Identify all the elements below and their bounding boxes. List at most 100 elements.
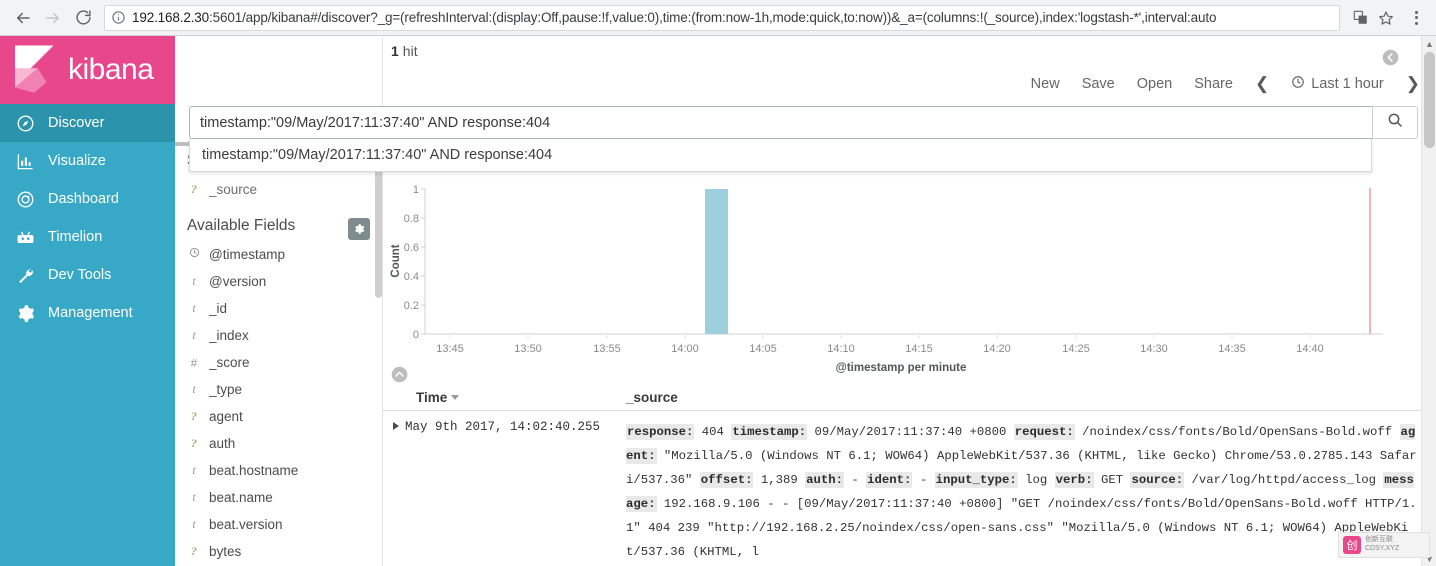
translate-icon[interactable] — [1348, 6, 1372, 30]
field-settings-gear-icon[interactable] — [348, 218, 370, 240]
url-text: 192.168.2.30:5601/app/kibana#/discover?_… — [132, 10, 1216, 25]
field-row[interactable]: t beat.hostname — [187, 457, 382, 484]
sidebar-item-dev-tools[interactable]: Dev Tools — [0, 256, 175, 294]
kibana-logo[interactable]: kibana — [0, 36, 175, 104]
field-name: beat.hostname — [209, 463, 299, 478]
field-row[interactable]: t beat.name — [187, 484, 382, 511]
source-field-value: 1,389 — [753, 473, 806, 487]
suggestion-item[interactable]: timestamp:"09/May/2017:11:37:40" AND res… — [190, 139, 1371, 171]
collapse-chart-icon[interactable] — [391, 366, 408, 383]
column-header-source[interactable]: _source — [626, 390, 1436, 405]
sidebar-item-discover[interactable]: Discover — [0, 104, 175, 142]
hit-label: hit — [402, 43, 418, 59]
reload-icon[interactable] — [68, 3, 98, 33]
search-input[interactable] — [189, 106, 1372, 139]
field-row[interactable]: t @version — [187, 268, 382, 295]
kibana-mark-icon — [15, 45, 54, 93]
sidebar-item-management[interactable]: Management — [0, 294, 175, 332]
bar-chart-icon — [14, 150, 36, 172]
source-field-key: offset: — [699, 472, 754, 488]
source-field-key: source: — [1130, 472, 1185, 488]
field-name: @timestamp — [209, 247, 285, 262]
field-type-icon: ? — [191, 409, 197, 423]
source-field-key: verb: — [1054, 472, 1094, 488]
address-bar[interactable]: 192.168.2.30:5601/app/kibana#/discover?_… — [104, 4, 1340, 31]
scroll-up-arrow-icon[interactable]: ▲ — [1422, 36, 1436, 51]
field-name: @version — [209, 274, 267, 289]
url-path: :5601/app/kibana#/discover?_g=(refreshIn… — [209, 10, 1217, 25]
field-row[interactable]: ? agent — [187, 403, 382, 430]
three-dots-menu-icon[interactable] — [1404, 3, 1428, 33]
query-suggestions: timestamp:"09/May/2017:11:37:40" AND res… — [189, 139, 1372, 172]
source-field-key: auth: — [805, 472, 845, 488]
time-range-picker[interactable]: Last 1 hour — [1291, 75, 1384, 93]
available-field-list: @timestamp t @version t _id t _index # _… — [187, 241, 382, 565]
field-row[interactable]: ? bytes — [187, 538, 382, 565]
histogram-bar[interactable] — [705, 189, 728, 334]
y-tick-08: 0.8 — [404, 213, 419, 225]
compass-icon — [14, 112, 36, 134]
open-button[interactable]: Open — [1137, 76, 1172, 92]
watermark-line1: 创新互联 — [1365, 536, 1393, 544]
scrollbar-thumb[interactable] — [1424, 52, 1435, 148]
url-host: 192.168.2.30 — [132, 10, 210, 25]
chevron-left-icon[interactable]: ❮ — [1255, 74, 1269, 94]
field-type-icon: t — [192, 301, 196, 315]
field-list-scrollbar[interactable] — [375, 142, 382, 566]
histogram-svg: 1 0.8 0.6 0.4 0.2 0 Count 13:45 13:50 13… — [390, 184, 1383, 374]
share-button[interactable]: Share — [1194, 76, 1233, 92]
y-tick-02: 0.2 — [404, 300, 419, 312]
collapse-panel-icon[interactable] — [1382, 49, 1399, 66]
discover-top-actions: New Save Open Share ❮ Last 1 hour ❯ — [1031, 74, 1420, 94]
star-icon[interactable] — [1374, 6, 1398, 30]
source-field-value: GET — [1093, 473, 1131, 487]
field-row[interactable]: t _type — [187, 376, 382, 403]
sort-desc-icon[interactable] — [451, 394, 460, 400]
page-scrollbar[interactable]: ▲ ▼ — [1421, 36, 1436, 566]
x-tick: 13:50 — [514, 343, 542, 355]
available-fields-header: Available Fields — [187, 217, 382, 241]
hit-count: 1 — [391, 43, 399, 59]
back-arrow-icon[interactable] — [8, 3, 38, 33]
expand-row-icon[interactable] — [383, 420, 405, 564]
y-tick-04: 0.4 — [404, 271, 419, 283]
wrench-icon — [14, 264, 36, 286]
new-button[interactable]: New — [1031, 76, 1060, 92]
search-submit-button[interactable] — [1372, 106, 1418, 139]
brand-name: kibana — [68, 53, 154, 86]
source-field-key: timestamp: — [731, 424, 808, 440]
source-field-value: 192.168.9.106 - - [09/May/2017:11:37:40 … — [626, 497, 1417, 559]
source-field-key: response: — [626, 424, 695, 440]
x-tick: 14:10 — [827, 343, 855, 355]
sidebar-item-visualize[interactable]: Visualize — [0, 142, 175, 180]
field-row[interactable]: t _index — [187, 322, 382, 349]
watermark: 创 创新互联 CDSY.XYZ — [1338, 532, 1430, 558]
info-circle-icon[interactable] — [111, 10, 126, 25]
field-name: auth — [209, 436, 236, 451]
field-row[interactable]: t _id — [187, 295, 382, 322]
browser-toolbar: 192.168.2.30:5601/app/kibana#/discover?_… — [0, 0, 1436, 36]
field-name: agent — [209, 409, 243, 424]
field-row[interactable]: @timestamp — [187, 241, 382, 268]
magnifier-icon — [1387, 112, 1403, 133]
histogram-chart[interactable]: 1 0.8 0.6 0.4 0.2 0 Count 13:45 13:50 13… — [383, 176, 1436, 383]
source-field-key: request: — [1013, 424, 1075, 440]
save-button[interactable]: Save — [1082, 76, 1115, 92]
sidebar-item-timelion[interactable]: Timelion — [0, 218, 175, 256]
query-bar — [189, 106, 1418, 139]
chevron-right-icon[interactable]: ❯ — [1406, 74, 1420, 94]
forward-arrow-icon[interactable] — [38, 3, 68, 33]
field-name: _index — [209, 328, 249, 343]
source-field-value: /noindex/css/fonts/Bold/OpenSans-Bold.wo… — [1074, 425, 1400, 439]
time-range-label: Last 1 hour — [1311, 76, 1384, 92]
field-row[interactable]: ? auth — [187, 430, 382, 457]
sidebar-item-dashboard[interactable]: Dashboard — [0, 180, 175, 218]
dashboard-gauge-icon — [14, 188, 36, 210]
field-row[interactable]: # _score — [187, 349, 382, 376]
table-row[interactable]: May 9th 2017, 14:02:40.255 response: 404… — [383, 411, 1436, 564]
field-row[interactable]: t beat.version — [187, 511, 382, 538]
column-header-time[interactable]: Time — [383, 390, 626, 405]
x-tick: 13:55 — [593, 343, 621, 355]
field-name: _score — [209, 355, 250, 370]
selected-field-source[interactable]: ? _source — [187, 176, 382, 203]
